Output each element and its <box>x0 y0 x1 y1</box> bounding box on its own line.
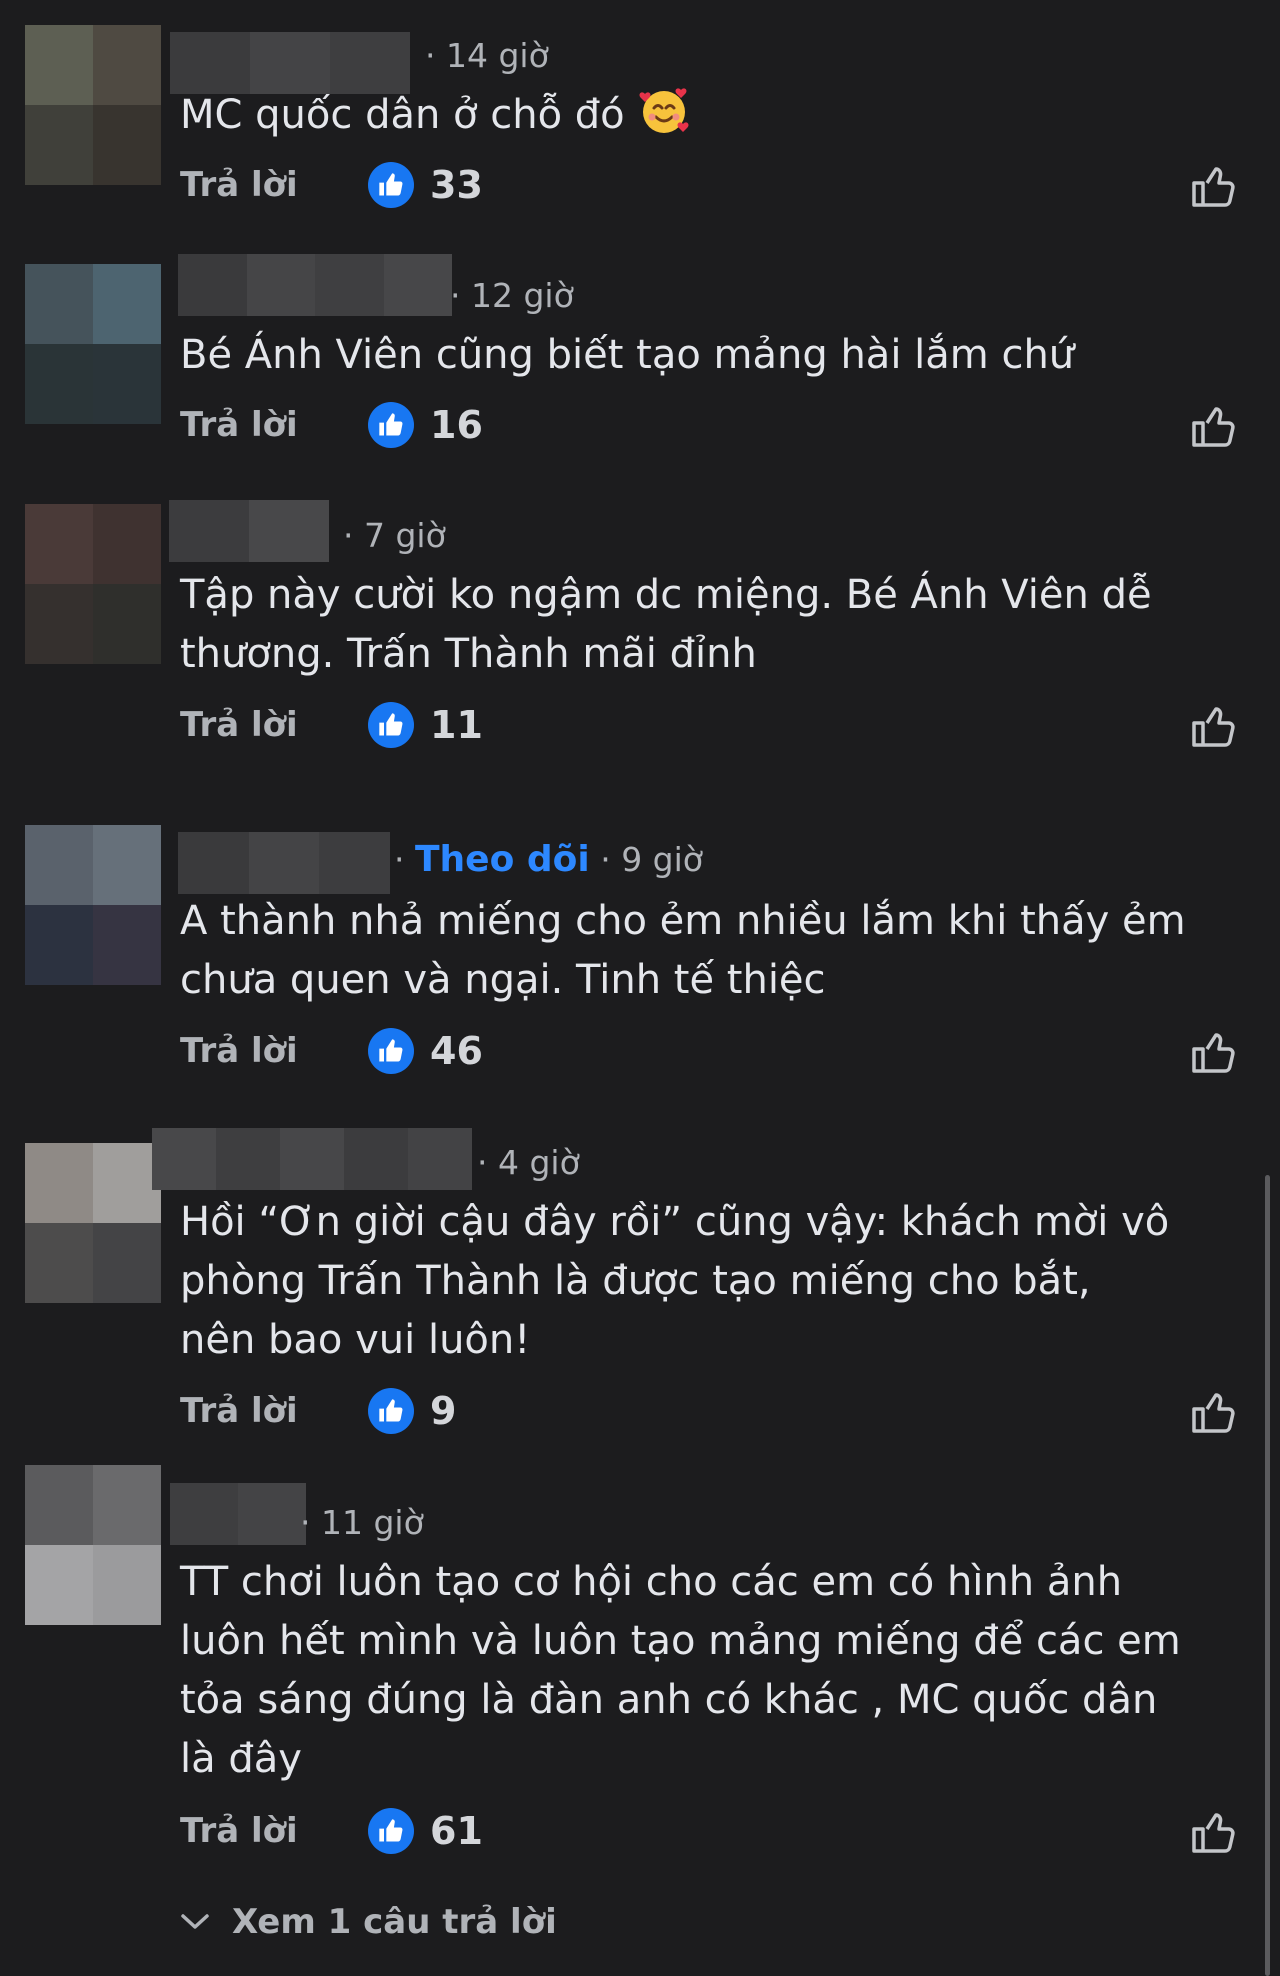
comment-line: nên bao vui luôn! <box>180 1317 531 1363</box>
comment-actions: Trả lời 33 <box>180 159 1240 211</box>
comment-line: A thành nhả miếng cho ẻm nhiều lắm khi t… <box>180 898 1186 944</box>
like-reaction-icon[interactable] <box>368 162 414 208</box>
comment-time: · 11 giờ <box>300 1503 424 1542</box>
thumbs-up-icon[interactable] <box>1188 1385 1240 1437</box>
like-count: 11 <box>430 703 483 747</box>
comment-line: Hồi “Ơn giời cậu đây rồi” cũng vậy: khác… <box>180 1199 1170 1245</box>
like-reaction-icon[interactable] <box>368 1388 414 1434</box>
follow-separator: · <box>394 840 405 879</box>
follow-button[interactable]: Theo dõi <box>415 839 590 880</box>
comment-text: Hồi “Ơn giời cậu đây rồi” cũng vậy: khác… <box>180 1193 1260 1370</box>
like-count: 61 <box>430 1809 483 1853</box>
thumbs-up-icon[interactable] <box>1188 399 1240 451</box>
comment-line: tỏa sáng đúng là đàn anh có khác , MC qu… <box>180 1677 1158 1723</box>
avatar[interactable] <box>25 825 161 985</box>
comment-line: phòng Trấn Thành là được tạo miếng cho b… <box>180 1258 1091 1304</box>
like-count: 46 <box>430 1029 483 1073</box>
author-name-blurred[interactable] <box>152 1128 472 1190</box>
comment-time: · 14 giờ <box>425 36 549 75</box>
comment-actions: Trả lời 46 <box>180 1025 1240 1077</box>
comment-text: Tập này cười ko ngậm dc miệng. Bé Ánh Vi… <box>180 566 1260 684</box>
scrollbar[interactable] <box>1265 1175 1270 1976</box>
like-reaction-icon[interactable] <box>368 1028 414 1074</box>
comment-text: TT chơi luôn tạo cơ hội cho các em có hì… <box>180 1553 1260 1789</box>
author-name-blurred[interactable] <box>178 254 452 316</box>
like-count: 33 <box>430 163 483 207</box>
thumbs-up-icon[interactable] <box>1188 1805 1240 1857</box>
comment-line: chưa quen và ngại. Tinh tế thiệc <box>180 957 826 1003</box>
comment-line: thương. Trấn Thành mãi đỉnh <box>180 631 757 677</box>
comment-actions: Trả lời 9 <box>180 1385 1240 1437</box>
reply-button[interactable]: Trả lời <box>180 1031 298 1071</box>
avatar[interactable] <box>25 264 161 424</box>
avatar[interactable] <box>25 25 161 185</box>
like-reaction-icon[interactable] <box>368 702 414 748</box>
reply-button[interactable]: Trả lời <box>180 705 298 745</box>
reply-button[interactable]: Trả lời <box>180 1391 298 1431</box>
comment-meta: · 7 giờ <box>343 516 446 556</box>
author-name-blurred[interactable] <box>169 500 329 562</box>
comment-actions: Trả lời 61 <box>180 1805 1240 1857</box>
view-replies-button[interactable]: Xem 1 câu trả lời <box>180 1902 557 1942</box>
comment-meta: · 14 giờ <box>425 36 549 76</box>
like-reaction-icon[interactable] <box>368 1808 414 1854</box>
chevron-down-icon <box>181 1914 209 1929</box>
comment-line: Bé Ánh Viên cũng biết tạo mảng hài lắm c… <box>180 332 1075 378</box>
comment-line: MC quốc dân ở chỗ đó <box>180 92 625 138</box>
comment-meta: · 11 giờ <box>300 1503 424 1543</box>
comment-meta: · Theo dõi · 9 giờ <box>394 840 703 880</box>
comment-actions: Trả lời 11 <box>180 699 1240 751</box>
like-reaction-icon[interactable] <box>368 402 414 448</box>
like-count: 16 <box>430 403 483 447</box>
avatar[interactable] <box>25 504 161 664</box>
comment-meta: · 12 giờ <box>450 276 574 316</box>
comment-line: Tập này cười ko ngậm dc miệng. Bé Ánh Vi… <box>180 572 1152 618</box>
comment-time: · 4 giờ <box>477 1143 580 1182</box>
comment-line: là đây <box>180 1736 302 1782</box>
reply-button[interactable]: Trả lời <box>180 405 298 445</box>
like-count: 9 <box>430 1389 457 1433</box>
comment-line: luôn hết mình và luôn tạo mảng miếng để … <box>180 1618 1181 1664</box>
comment-text: MC quốc dân ở chỗ đó <box>180 86 1260 145</box>
avatar[interactable] <box>25 1143 161 1303</box>
comment-text: Bé Ánh Viên cũng biết tạo mảng hài lắm c… <box>180 326 1260 385</box>
author-name-blurred[interactable] <box>170 32 410 94</box>
comment-actions: Trả lời 16 <box>180 399 1240 451</box>
reply-button[interactable]: Trả lời <box>180 1811 298 1851</box>
comment-time: · 7 giờ <box>343 516 446 555</box>
reply-button[interactable]: Trả lời <box>180 165 298 205</box>
author-name-blurred[interactable] <box>178 832 390 894</box>
view-replies-label: Xem 1 câu trả lời <box>232 1902 557 1942</box>
smiling-face-with-hearts-icon <box>639 88 689 133</box>
comment-time: · 12 giờ <box>450 276 574 315</box>
author-name-blurred[interactable] <box>170 1483 306 1545</box>
comment-time: · 9 giờ <box>600 840 703 879</box>
thumbs-up-icon[interactable] <box>1188 159 1240 211</box>
thumbs-up-icon[interactable] <box>1188 1025 1240 1077</box>
comment-line: TT chơi luôn tạo cơ hội cho các em có hì… <box>180 1559 1123 1605</box>
comment-text: A thành nhả miếng cho ẻm nhiều lắm khi t… <box>180 892 1260 1010</box>
comment-meta: · 4 giờ <box>477 1143 580 1183</box>
thumbs-up-icon[interactable] <box>1188 699 1240 751</box>
avatar[interactable] <box>25 1465 161 1625</box>
